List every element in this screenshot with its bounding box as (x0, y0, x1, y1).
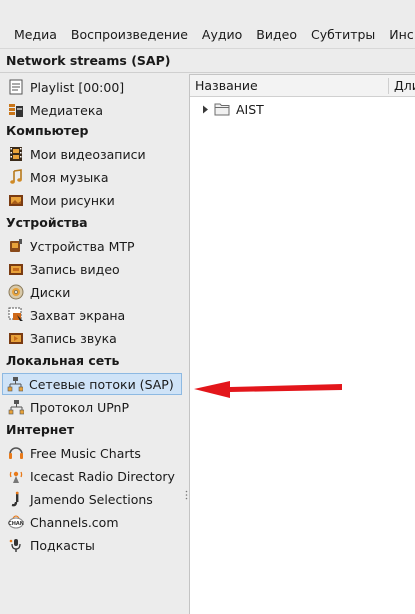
sidebar-item-mtp-devices[interactable]: Устройства MTP (4, 235, 182, 257)
network-icon (7, 376, 23, 392)
column-header-row: Название Дли (190, 75, 415, 97)
annotation-arrow-icon (194, 381, 342, 398)
menu-playback[interactable]: Воспроизведение (64, 22, 195, 48)
video-capture-icon (8, 261, 24, 277)
menu-media[interactable]: Медиа (0, 22, 64, 48)
sidebar-item-screen-capture[interactable]: Захват экрана (4, 304, 182, 326)
column-header-name[interactable]: Название (190, 75, 258, 97)
sidebar-item-media-library[interactable]: Медиатека (4, 99, 182, 121)
sidebar-item-my-videos[interactable]: Мои видеозаписи (4, 143, 182, 165)
sidebar-item-label: Медиатека (30, 102, 104, 118)
tree-row[interactable]: AIST (190, 99, 264, 119)
network-icon (8, 399, 24, 415)
panel-title: Network streams (SAP) (6, 53, 171, 68)
sidebar-item-channels[interactable]: CHAN Channels.com (4, 511, 182, 533)
sidebar-item-label: Моя музыка (30, 169, 109, 185)
sidebar-item-label: Icecast Radio Directory (30, 468, 175, 484)
section-header-devices: Устройства (6, 215, 88, 230)
sidebar-item-jamendo[interactable]: Jamendo Selections (4, 488, 182, 510)
splitter-grip-icon[interactable] (185, 490, 188, 500)
menu-audio[interactable]: Аудио (195, 22, 249, 48)
menubar-divider (0, 48, 415, 49)
sidebar-item-upnp[interactable]: Протокол UPnP (4, 396, 182, 418)
sidebar-item-label: Захват экрана (30, 307, 126, 323)
sidebar-item-label: Диски (30, 284, 71, 300)
sidebar-item-label: Запись звука (30, 330, 117, 346)
menu-video[interactable]: Видео (249, 22, 304, 48)
media-library-icon (8, 102, 24, 118)
podcast-icon (8, 537, 24, 553)
sidebar: Playlist [00:00] Медиатека Компьютер Мои… (0, 74, 184, 614)
sidebar-item-label: Устройства MTP (30, 238, 135, 254)
sidebar-item-label: Channels.com (30, 514, 119, 530)
film-icon (8, 146, 24, 162)
menu-tools[interactable]: Инс (382, 22, 415, 48)
section-header-local-network: Локальная сеть (6, 353, 120, 368)
content-tree-view: Название Дли AIST (189, 74, 415, 614)
sidebar-item-discs[interactable]: Диски (4, 281, 182, 303)
sidebar-item-label: Playlist [00:00] (30, 79, 125, 95)
music-note-icon (8, 169, 24, 185)
svg-text:CHAN: CHAN (8, 521, 24, 527)
jamendo-icon (8, 491, 24, 507)
sidebar-item-audio-capture[interactable]: Запись звука (4, 327, 182, 349)
sidebar-item-playlist[interactable]: Playlist [00:00] (4, 76, 182, 98)
sidebar-item-label: Протокол UPnP (30, 399, 129, 415)
sidebar-item-label: Мои видеозаписи (30, 146, 146, 162)
sidebar-item-label: Сетевые потоки (SAP) (29, 376, 174, 392)
sidebar-item-label: Мои рисунки (30, 192, 115, 208)
sidebar-item-label: Free Music Charts (30, 445, 141, 461)
sidebar-item-icecast[interactable]: Icecast Radio Directory (4, 465, 182, 487)
picture-icon (8, 192, 24, 208)
title-divider (0, 72, 415, 73)
sidebar-item-network-streams-sap[interactable]: Сетевые потоки (SAP) (2, 373, 182, 395)
sidebar-item-free-music-charts[interactable]: Free Music Charts (4, 442, 182, 464)
sidebar-item-podcasts[interactable]: Подкасты (4, 534, 182, 556)
column-header-duration[interactable]: Дли (389, 75, 415, 97)
playlist-icon (8, 79, 24, 95)
music-charts-icon (8, 445, 24, 461)
screen-capture-icon (8, 307, 24, 323)
channels-icon: CHAN (8, 514, 24, 530)
menubar: Медиа Воспроизведение Аудио Видео Субтит… (0, 22, 415, 48)
folder-icon (214, 102, 230, 116)
sidebar-item-my-pictures[interactable]: Мои рисунки (4, 189, 182, 211)
sidebar-item-label: Jamendo Selections (30, 491, 153, 507)
menu-subtitles[interactable]: Субтитры (304, 22, 382, 48)
section-header-internet: Интернет (6, 422, 75, 437)
tree-item-label: AIST (236, 101, 264, 117)
sidebar-item-label: Запись видео (30, 261, 120, 277)
disc-icon (8, 284, 24, 300)
icecast-icon (8, 468, 24, 484)
section-header-computer: Компьютер (6, 123, 89, 138)
sidebar-item-video-capture[interactable]: Запись видео (4, 258, 182, 280)
sidebar-item-label: Подкасты (30, 537, 95, 553)
sidebar-item-my-music[interactable]: Моя музыка (4, 166, 182, 188)
mtp-device-icon (8, 238, 24, 254)
audio-capture-icon (8, 330, 24, 346)
expand-arrow-icon[interactable] (198, 105, 212, 114)
